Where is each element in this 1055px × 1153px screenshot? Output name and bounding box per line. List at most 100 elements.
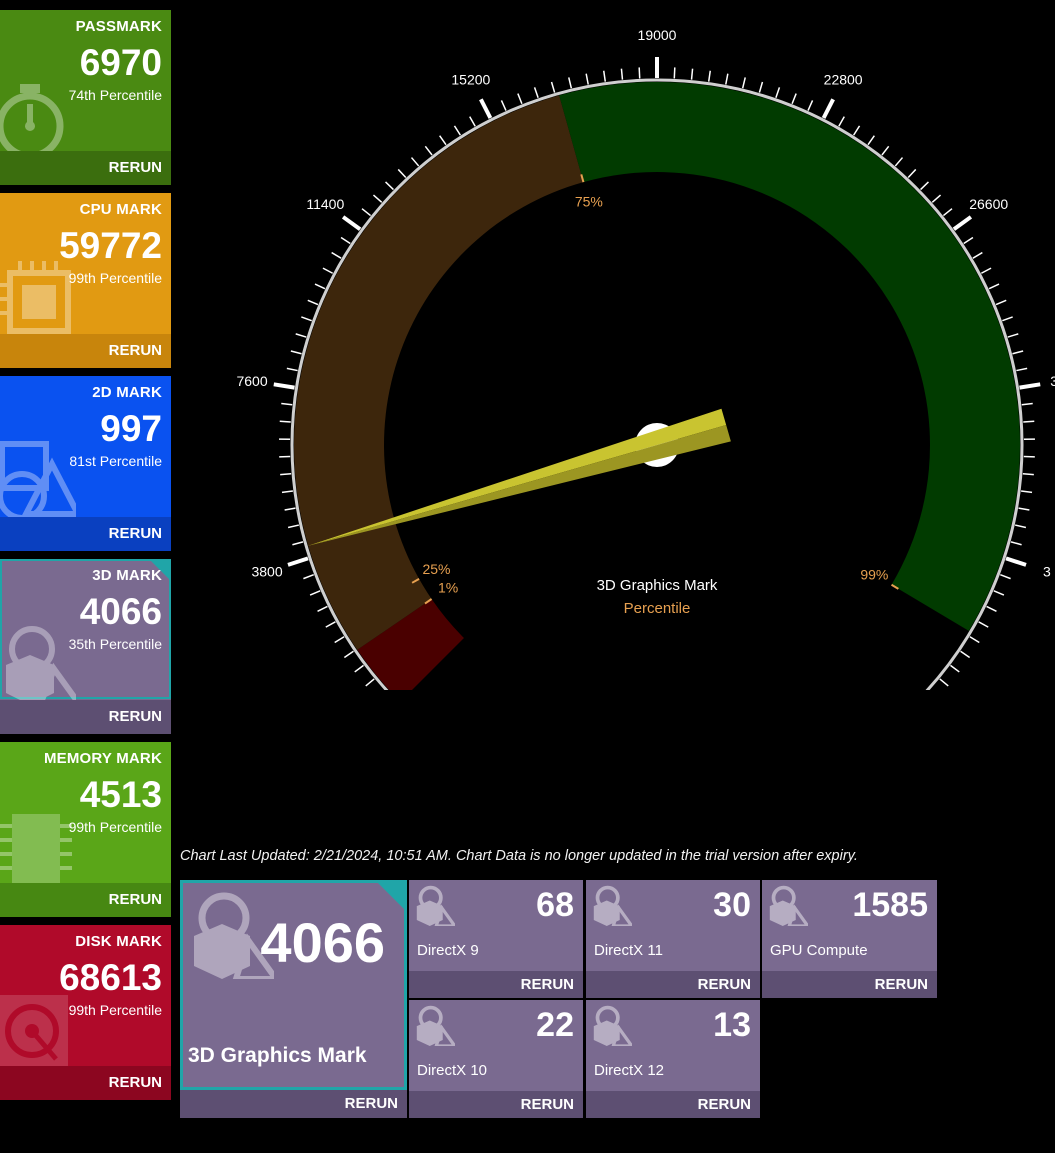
minor-tick bbox=[741, 77, 746, 89]
chart-update-note: Chart Last Updated: 2/21/2024, 10:51 AM.… bbox=[180, 848, 858, 864]
rerun-button[interactable]: RERUN bbox=[0, 1066, 171, 1100]
minor-tick bbox=[758, 81, 764, 93]
minor-tick bbox=[397, 168, 407, 178]
subtest-score: 68 bbox=[536, 886, 574, 924]
minor-tick bbox=[325, 621, 336, 628]
gauge-title: 3D Graphics Mark bbox=[597, 577, 718, 594]
minor-tick bbox=[1012, 350, 1024, 355]
main-3d-graphics-tile[interactable]: 4066 3D Graphics Mark RERUN bbox=[180, 880, 407, 1118]
minor-tick bbox=[986, 605, 997, 612]
tile-percentile: 99th Percentile bbox=[68, 270, 162, 286]
subtest-directx11[interactable]: 30 DirectX 11 RERUN bbox=[586, 880, 760, 998]
subtest-score: 22 bbox=[536, 1006, 574, 1044]
tile-passmark[interactable]: PASSMARK 6970 74th Percentile RERUN bbox=[0, 10, 171, 185]
rerun-button[interactable]: RERUN bbox=[409, 971, 583, 998]
minor-tick bbox=[385, 181, 394, 191]
minor-tick bbox=[1007, 333, 1019, 338]
tick-label: 26600 bbox=[969, 196, 1008, 212]
tile-3d-mark[interactable]: 3D MARK 4066 35th Percentile RERUN bbox=[0, 559, 171, 734]
subtest-label: DirectX 10 bbox=[417, 1062, 488, 1079]
tile-memory-mark[interactable]: MEMORY MARK 4513 99th Percentile RERUN bbox=[0, 742, 171, 917]
minor-tick bbox=[1010, 541, 1022, 546]
subtest-score: 1585 bbox=[852, 886, 928, 924]
major-tick bbox=[341, 215, 362, 231]
minor-tick bbox=[322, 267, 334, 274]
minor-tick bbox=[620, 68, 624, 80]
tile-title: 2D MARK bbox=[92, 384, 162, 401]
minor-tick bbox=[942, 208, 953, 217]
percentile-marker-label: 25% bbox=[422, 561, 450, 577]
minor-tick bbox=[894, 157, 904, 167]
subtest-directx10[interactable]: 22 DirectX 10 RERUN bbox=[409, 1000, 583, 1118]
minor-tick bbox=[453, 125, 461, 136]
tile-score: 68613 bbox=[59, 957, 162, 998]
minor-tick bbox=[354, 664, 364, 673]
subtest-directx9[interactable]: 68 DirectX 9 RERUN bbox=[409, 880, 583, 998]
tick-label: 22800 bbox=[824, 72, 863, 88]
minor-tick bbox=[343, 650, 354, 659]
minor-tick bbox=[550, 81, 556, 93]
minor-tick bbox=[960, 650, 971, 659]
gauge-subtitle: Percentile bbox=[624, 600, 691, 617]
minor-tick bbox=[314, 283, 326, 290]
minor-tick bbox=[775, 87, 781, 99]
selected-corner bbox=[375, 880, 407, 912]
minor-tick bbox=[707, 70, 712, 82]
minor-tick bbox=[1002, 316, 1013, 322]
minor-tick bbox=[279, 420, 291, 423]
subtest-gpu-compute[interactable]: 1585 GPU Compute RERUN bbox=[762, 880, 937, 998]
rerun-button[interactable]: RERUN bbox=[586, 971, 760, 998]
minor-tick bbox=[410, 157, 420, 167]
major-tick bbox=[1019, 382, 1041, 390]
minor-tick bbox=[469, 116, 476, 127]
tick-label: 3800 bbox=[251, 564, 282, 580]
rerun-button[interactable]: RERUN bbox=[409, 1091, 583, 1118]
rerun-button[interactable]: RERUN bbox=[180, 1090, 407, 1118]
rerun-button[interactable]: RERUN bbox=[586, 1091, 760, 1118]
percentile-marker-label: 75% bbox=[575, 193, 603, 209]
minor-tick bbox=[1021, 402, 1033, 406]
rerun-button[interactable]: RERUN bbox=[0, 517, 171, 551]
minor-tick bbox=[867, 135, 875, 146]
minor-tick bbox=[791, 93, 797, 105]
tile-title: DISK MARK bbox=[75, 933, 162, 950]
tile-title: CPU MARK bbox=[79, 201, 162, 218]
minor-tick bbox=[334, 636, 345, 644]
gauge-band bbox=[559, 82, 1020, 631]
subtest-directx12[interactable]: 13 DirectX 12 RERUN bbox=[586, 1000, 760, 1118]
minor-tick bbox=[309, 590, 321, 596]
minor-tick bbox=[673, 67, 676, 79]
tile-percentile: 81st Percentile bbox=[69, 453, 162, 469]
tile-2d-mark[interactable]: 2D MARK 997 81st Percentile RERUN bbox=[0, 376, 171, 551]
minor-tick bbox=[972, 251, 983, 259]
shapes-icon bbox=[0, 441, 76, 521]
rerun-button[interactable]: RERUN bbox=[762, 971, 937, 998]
minor-tick bbox=[907, 168, 917, 178]
rerun-button[interactable]: RERUN bbox=[0, 334, 171, 368]
minor-tick bbox=[1000, 574, 1011, 580]
major-tick bbox=[952, 215, 973, 231]
minor-tick bbox=[853, 125, 861, 136]
rerun-button[interactable]: RERUN bbox=[0, 151, 171, 185]
rerun-button[interactable]: RERUN bbox=[0, 883, 171, 917]
tick-label: 19000 bbox=[638, 27, 677, 43]
minor-tick bbox=[281, 402, 293, 406]
tile-cpu-mark[interactable]: CPU MARK 59772 99th Percentile RERUN bbox=[0, 193, 171, 368]
minor-tick bbox=[307, 299, 319, 306]
gauge-percentile-markers: 1% 25% 75% 99% bbox=[411, 174, 899, 605]
3d-shapes-icon bbox=[593, 1005, 632, 1046]
tile-disk-mark[interactable]: DISK MARK 68613 99th Percentile RERUN bbox=[0, 925, 171, 1100]
minor-tick bbox=[365, 678, 375, 687]
subtest-label: DirectX 9 bbox=[417, 942, 479, 959]
rerun-button[interactable]: RERUN bbox=[0, 700, 171, 734]
percentile-marker-label: 99% bbox=[860, 567, 888, 583]
minor-tick bbox=[881, 145, 890, 156]
tile-title: PASSMARK bbox=[75, 18, 162, 35]
minor-tick bbox=[1016, 367, 1028, 372]
3d-shapes-icon bbox=[416, 885, 455, 926]
minor-tick bbox=[292, 541, 304, 546]
minor-tick bbox=[931, 194, 942, 203]
minor-tick bbox=[372, 194, 383, 203]
minor-tick bbox=[838, 116, 845, 127]
minor-tick bbox=[1022, 473, 1034, 476]
